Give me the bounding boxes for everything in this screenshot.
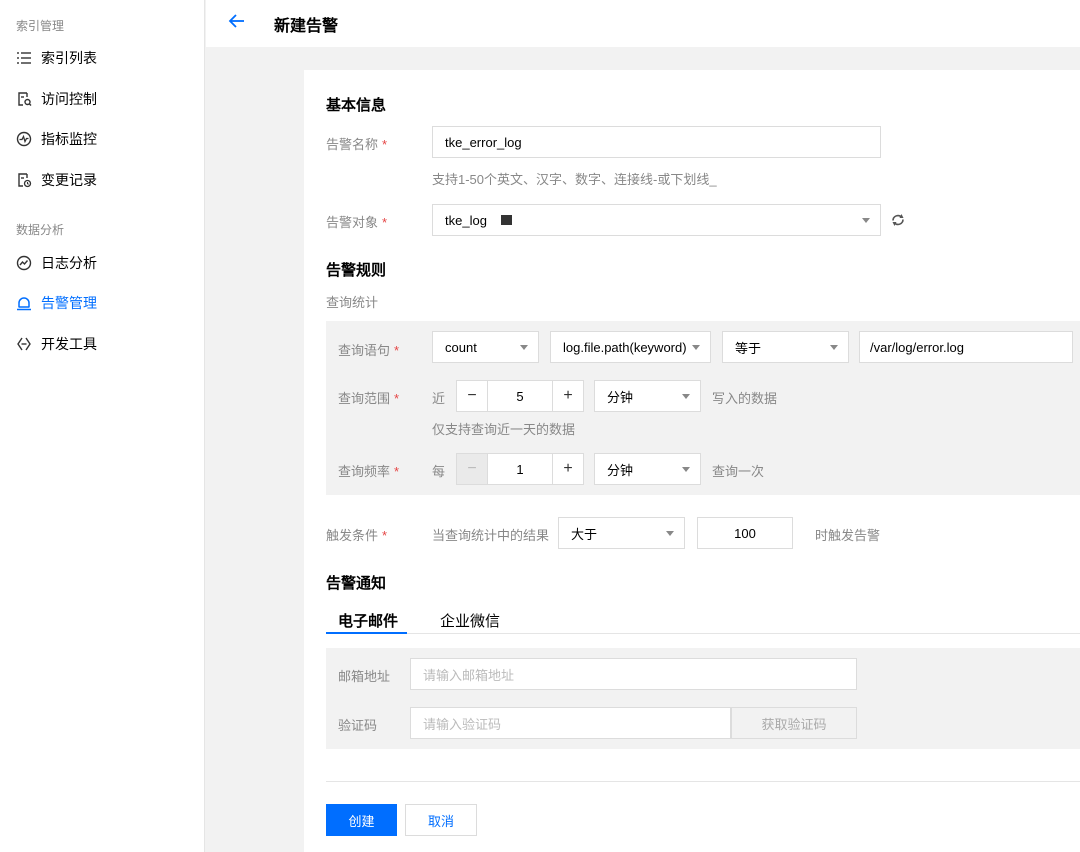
tab-divider (326, 633, 1080, 634)
range-stepper: − 5 + (456, 380, 584, 412)
alarm-name-hint: 支持1-50个英文、汉字、数字、连接线-或下划线_ (432, 172, 717, 187)
trigger-suffix: 时触发告警 (815, 528, 881, 543)
back-arrow-icon[interactable] (226, 10, 248, 32)
verify-code-label: 验证码 (338, 718, 378, 733)
sidebar-item-dev-tools[interactable]: 开发工具 (16, 332, 97, 356)
sidebar-item-label: 指标监控 (41, 131, 97, 147)
decrement-button[interactable]: − (456, 380, 488, 412)
trigger-operator-select[interactable]: 大于 (558, 517, 685, 549)
query-frequency-label: 查询频率 * (338, 464, 400, 479)
sidebar-item-label: 索引列表 (41, 50, 97, 66)
range-prefix: 近 (432, 391, 446, 406)
query-operator-select[interactable]: 等于 (722, 331, 849, 363)
sidebar-item-alarm[interactable]: 告警管理 (16, 291, 97, 315)
monitor-icon (16, 131, 32, 147)
footer-divider (326, 781, 1080, 782)
alarm-name-label: 告警名称 * (326, 137, 388, 152)
query-value-input[interactable]: /var/log/error.log (859, 331, 1073, 363)
range-unit-select[interactable]: 分钟 (594, 380, 701, 412)
increment-button[interactable]: + (552, 380, 584, 412)
chevron-down-icon (682, 467, 690, 472)
email-input[interactable]: 请输入邮箱地址 (410, 658, 857, 690)
tab-wecom[interactable]: 企业微信 (440, 610, 500, 631)
increment-button[interactable]: + (552, 453, 584, 485)
section-title-notify: 告警通知 (326, 575, 387, 592)
query-field-select[interactable]: log.file.path(keyword) (550, 331, 711, 363)
frequency-stepper: − 1 + (456, 453, 584, 485)
query-stats-panel: 查询语句 * count log.file.path(keyword) 等于 /v… (326, 321, 1080, 495)
alarm-form-card: 基本信息 告警名称 * tke_error_log 支持1-50个英文、汉字、数字… (304, 70, 1080, 852)
alarm-target-select[interactable]: tke_log (432, 204, 881, 236)
query-statement-label: 查询语句 * (338, 343, 400, 358)
sidebar-item-label: 开发工具 (41, 336, 97, 352)
sidebar-item-label: 告警管理 (41, 295, 97, 311)
chevron-down-icon (666, 531, 674, 536)
trigger-prefix: 当查询统计中的结果 (432, 528, 550, 543)
required-mark: * (382, 137, 388, 152)
freq-prefix: 每 (432, 464, 446, 479)
chevron-down-icon (682, 394, 690, 399)
sidebar: 索引管理 索引列表 访问控制 指标监控 变更记录 数据分析 日志分析 告警管理 … (0, 0, 205, 852)
sidebar-item-monitor[interactable]: 指标监控 (16, 127, 97, 151)
redaction-block (500, 215, 512, 225)
email-panel: 邮箱地址 请输入邮箱地址 验证码 请输入验证码 获取验证码 (326, 648, 1080, 749)
query-range-label: 查询范围 * (338, 391, 400, 406)
sidebar-item-change-log[interactable]: 变更记录 (16, 168, 97, 192)
access-control-icon (16, 91, 32, 107)
sidebar-item-label: 日志分析 (41, 255, 97, 271)
trigger-value-input[interactable]: 100 (697, 517, 793, 549)
sidebar-group-index: 索引管理 (16, 19, 65, 33)
range-value[interactable]: 5 (488, 380, 552, 412)
query-stats-subtitle: 查询统计 (326, 295, 379, 310)
alarm-target-value: tke_log (445, 212, 487, 228)
frequency-value[interactable]: 1 (488, 453, 552, 485)
freq-suffix: 查询一次 (712, 464, 765, 479)
cancel-button[interactable]: 取消 (405, 804, 477, 836)
trigger-condition-label: 触发条件 * (326, 528, 388, 543)
range-hint: 仅支持查询近一天的数据 (432, 422, 576, 437)
tab-email[interactable]: 电子邮件 (338, 610, 398, 631)
alarm-target-label: 告警对象 * (326, 215, 388, 230)
get-code-button[interactable]: 获取验证码 (731, 707, 857, 739)
section-title-rules: 告警规则 (326, 262, 387, 279)
frequency-unit-select[interactable]: 分钟 (594, 453, 701, 485)
refresh-icon[interactable] (889, 211, 907, 229)
range-suffix: 写入的数据 (712, 391, 778, 406)
page-title: 新建告警 (274, 18, 339, 35)
chevron-down-icon (520, 345, 528, 350)
sidebar-item-access-control[interactable]: 访问控制 (16, 87, 97, 111)
verify-code-input[interactable]: 请输入验证码 (410, 707, 731, 739)
chevron-down-icon (692, 345, 700, 350)
section-title-basic: 基本信息 (326, 97, 387, 114)
sidebar-item-label: 访问控制 (41, 91, 97, 107)
create-button[interactable]: 创建 (326, 804, 397, 836)
chevron-down-icon (830, 345, 838, 350)
log-analysis-icon (16, 255, 32, 271)
list-icon (16, 50, 32, 66)
change-log-icon (16, 172, 32, 188)
chevron-down-icon (862, 218, 870, 223)
alarm-icon (16, 295, 32, 311)
query-func-select[interactable]: count (432, 331, 539, 363)
sidebar-group-analysis: 数据分析 (16, 223, 65, 237)
alarm-name-input[interactable]: tke_error_log (432, 126, 881, 158)
decrement-button[interactable]: − (456, 453, 488, 485)
email-label: 邮箱地址 (338, 669, 391, 684)
sidebar-item-log-analysis[interactable]: 日志分析 (16, 251, 97, 275)
dev-tools-icon (16, 336, 32, 352)
sidebar-item-index-list[interactable]: 索引列表 (16, 46, 97, 70)
page-header: 新建告警 (206, 0, 1080, 47)
sidebar-item-label: 变更记录 (41, 172, 97, 188)
active-tab-indicator (326, 632, 407, 634)
